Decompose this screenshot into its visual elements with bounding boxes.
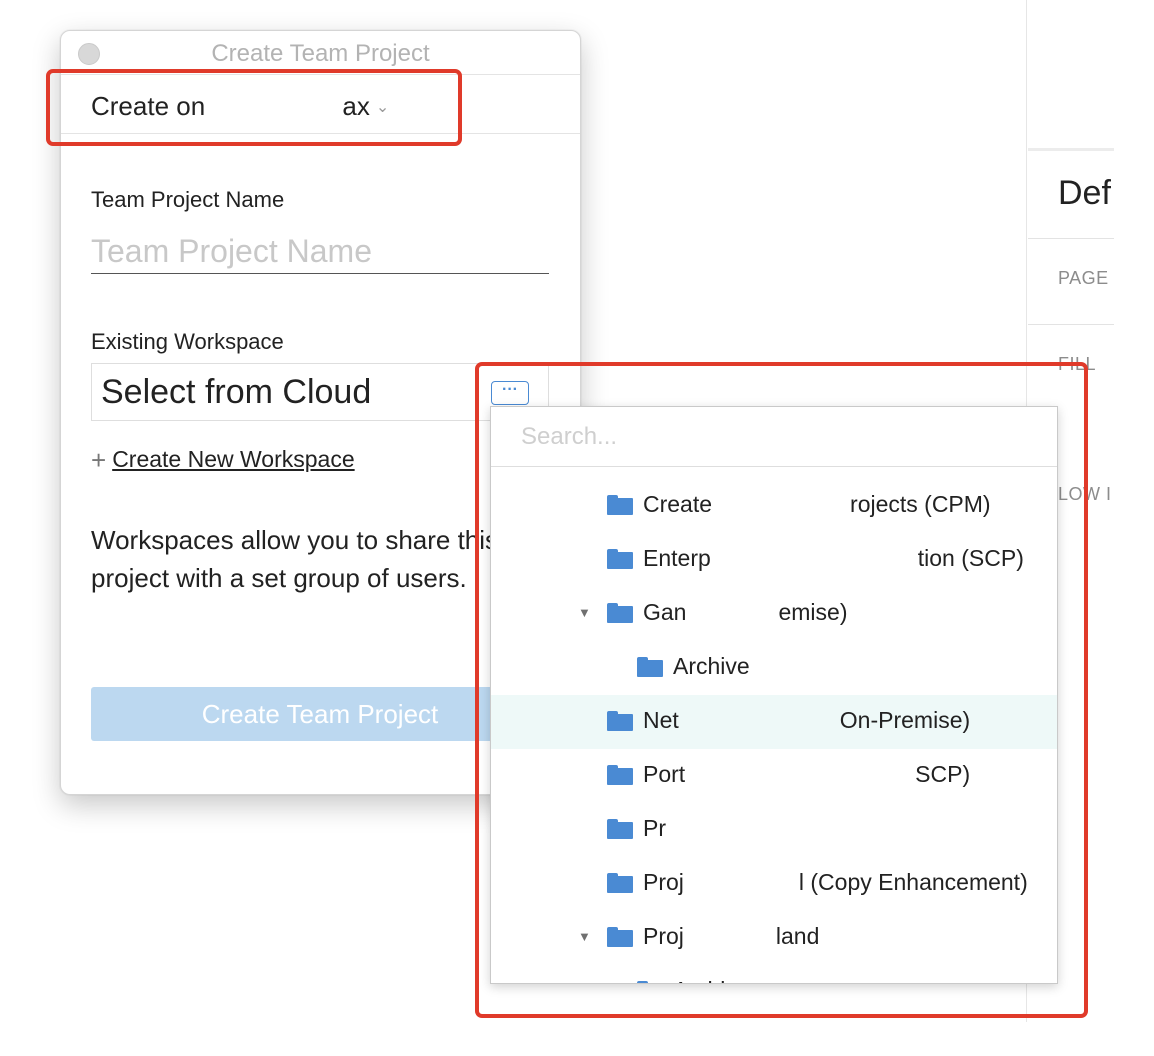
annotation-box	[475, 362, 1088, 1018]
plus-icon: +	[91, 445, 107, 475]
project-name-input[interactable]	[91, 229, 549, 274]
annotation-box	[46, 69, 462, 146]
panel-separator	[1028, 324, 1114, 325]
panel-separator	[1028, 238, 1114, 239]
create-workspace-link[interactable]: + Create New Workspace	[91, 445, 355, 476]
panel-separator	[1028, 148, 1114, 151]
create-workspace-link-text[interactable]: Create New Workspace	[112, 446, 354, 472]
workspace-description: Workspaces allow you to share this proje…	[91, 525, 499, 593]
panel-title: Def	[1058, 174, 1111, 212]
panel-label-page: PAGE	[1058, 268, 1109, 288]
workspace-label: Existing Workspace	[91, 329, 284, 354]
project-name-label: Team Project Name	[91, 187, 285, 212]
window-title: Create Team Project	[211, 40, 430, 67]
workspace-select-value: Select from Cloud	[101, 373, 372, 411]
